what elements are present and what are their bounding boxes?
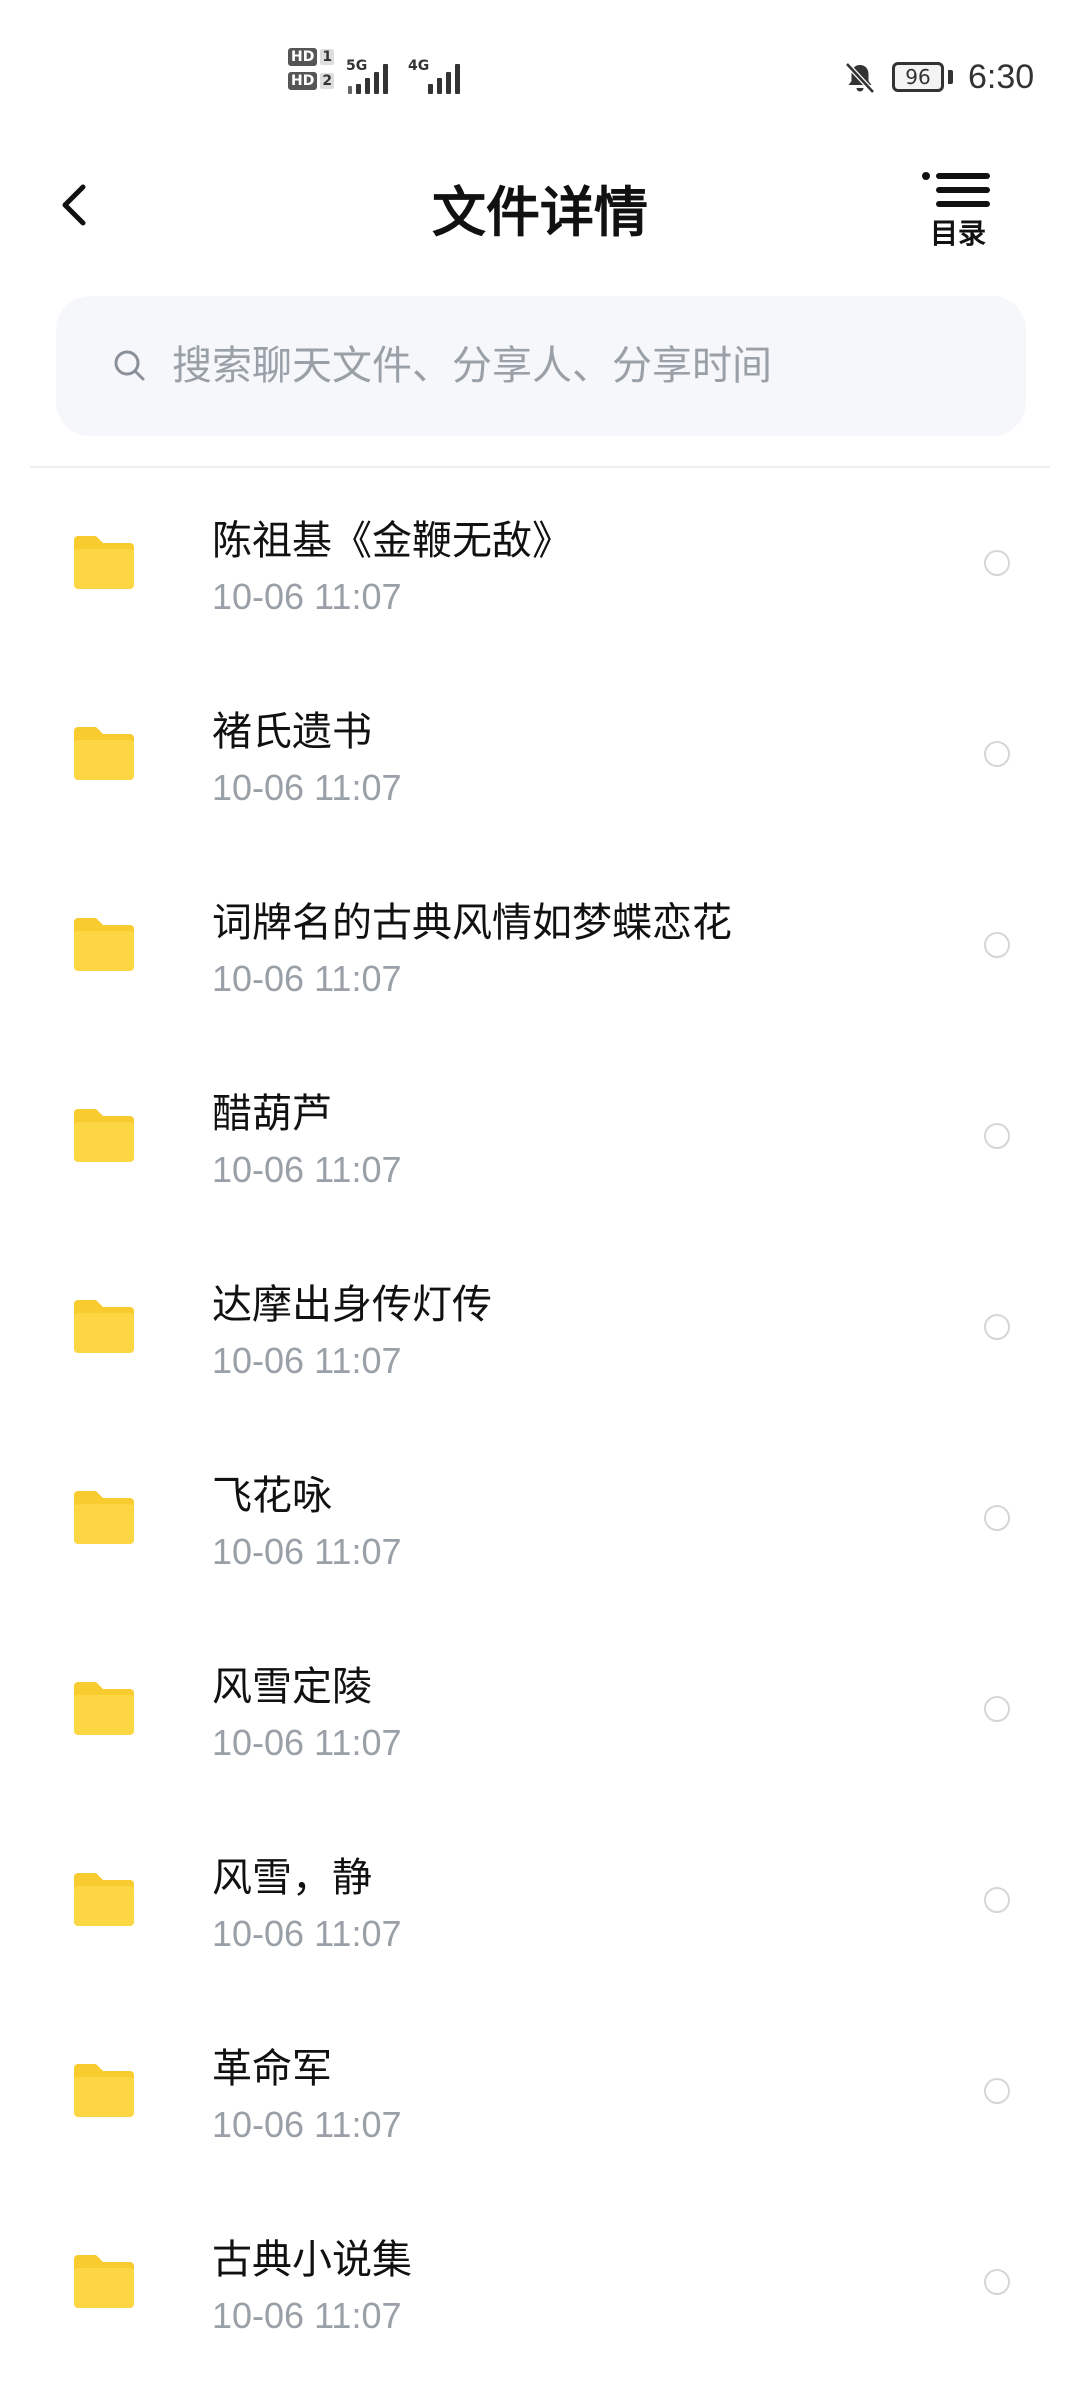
folder-icon [74, 2064, 134, 2117]
select-radio[interactable] [984, 1696, 1010, 1722]
network-type-2: 4G [408, 58, 430, 74]
signal-icon [428, 62, 460, 94]
select-radio[interactable] [984, 550, 1010, 576]
folder-icon [74, 1109, 134, 1162]
file-time: 10-06 11:07 [212, 1531, 402, 1572]
file-time: 10-06 11:07 [212, 958, 402, 999]
file-time: 10-06 11:07 [212, 1913, 402, 1954]
file-name: 醋葫芦 [212, 1091, 332, 1137]
sim-indicators: HD 1 HD 2 [288, 48, 335, 90]
status-bar: HD 1 HD 2 5G 4G 96 6:30 [0, 0, 1080, 150]
file-time: 10-06 11:07 [212, 2104, 402, 2145]
file-time: 10-06 11:07 [212, 767, 402, 808]
battery-tip [948, 70, 953, 84]
select-radio[interactable] [984, 1123, 1010, 1149]
file-list-item[interactable]: 词牌名的古典风情如梦蝶恋花 10-06 11:07 [0, 850, 1080, 1041]
file-list: 陈祖基《金鞭无敌》 10-06 11:07 褚氏遗书 10-06 11:07 词… [0, 468, 1080, 2378]
folder-icon [74, 1682, 134, 1735]
file-time: 10-06 11:07 [212, 576, 402, 617]
bell-off-icon [845, 62, 875, 94]
file-name: 词牌名的古典风情如梦蝶恋花 [212, 900, 732, 946]
select-radio[interactable] [984, 932, 1010, 958]
select-radio[interactable] [984, 2078, 1010, 2104]
select-radio[interactable] [984, 1314, 1010, 1340]
file-name: 达摩出身传灯传 [212, 1282, 492, 1328]
file-time: 10-06 11:07 [212, 1149, 402, 1190]
sim1-number: 1 [320, 49, 335, 65]
file-time: 10-06 11:07 [212, 2295, 402, 2336]
search-input[interactable] [170, 342, 974, 390]
search-bar[interactable] [56, 296, 1026, 436]
file-name: 飞花咏 [212, 1473, 332, 1519]
title-bar: 文件详情 目录 [0, 150, 1080, 260]
file-list-item[interactable]: 陈祖基《金鞭无敌》 10-06 11:07 [0, 468, 1080, 659]
file-time: 10-06 11:07 [212, 1340, 402, 1381]
file-name: 古典小说集 [212, 2237, 412, 2283]
file-name: 陈祖基《金鞭无敌》 [212, 518, 572, 564]
select-radio[interactable] [984, 1887, 1010, 1913]
search-icon [114, 350, 145, 381]
folder-icon [74, 918, 134, 971]
select-radio[interactable] [984, 741, 1010, 767]
folder-icon [74, 1300, 134, 1353]
folder-icon [74, 536, 134, 589]
signal-icon [348, 62, 388, 94]
folder-icon [74, 727, 134, 780]
catalog-button[interactable]: 目录 [918, 170, 998, 252]
sim2-number: 2 [320, 73, 335, 89]
folder-icon [74, 1491, 134, 1544]
battery-level: 96 [905, 65, 931, 89]
file-name: 褚氏遗书 [212, 709, 372, 755]
file-list-item[interactable]: 醋葫芦 10-06 11:07 [0, 1041, 1080, 1232]
file-time: 10-06 11:07 [212, 1722, 402, 1763]
catalog-label: 目录 [929, 217, 986, 250]
folder-icon [74, 2255, 134, 2308]
sim1-hd-badge: HD [288, 48, 318, 66]
file-list-item[interactable]: 古典小说集 10-06 11:07 [0, 2187, 1080, 2378]
status-time: 6:30 [968, 58, 1035, 96]
file-list-item[interactable]: 风雪，静 10-06 11:07 [0, 1805, 1080, 1996]
select-radio[interactable] [984, 2269, 1010, 2295]
file-name: 风雪定陵 [212, 1664, 372, 1710]
file-list-item[interactable]: 革命军 10-06 11:07 [0, 1996, 1080, 2187]
select-radio[interactable] [984, 1505, 1010, 1531]
file-list-item[interactable]: 达摩出身传灯传 10-06 11:07 [0, 1232, 1080, 1423]
list-icon [922, 172, 990, 207]
file-name: 革命军 [212, 2046, 332, 2092]
file-list-item[interactable]: 褚氏遗书 10-06 11:07 [0, 659, 1080, 850]
file-name: 风雪，静 [212, 1855, 372, 1901]
battery-icon: 96 [892, 62, 944, 92]
sim2-hd-badge: HD [288, 72, 318, 90]
folder-icon [74, 1873, 134, 1926]
file-list-item[interactable]: 飞花咏 10-06 11:07 [0, 1423, 1080, 1614]
file-list-item[interactable]: 风雪定陵 10-06 11:07 [0, 1614, 1080, 1805]
